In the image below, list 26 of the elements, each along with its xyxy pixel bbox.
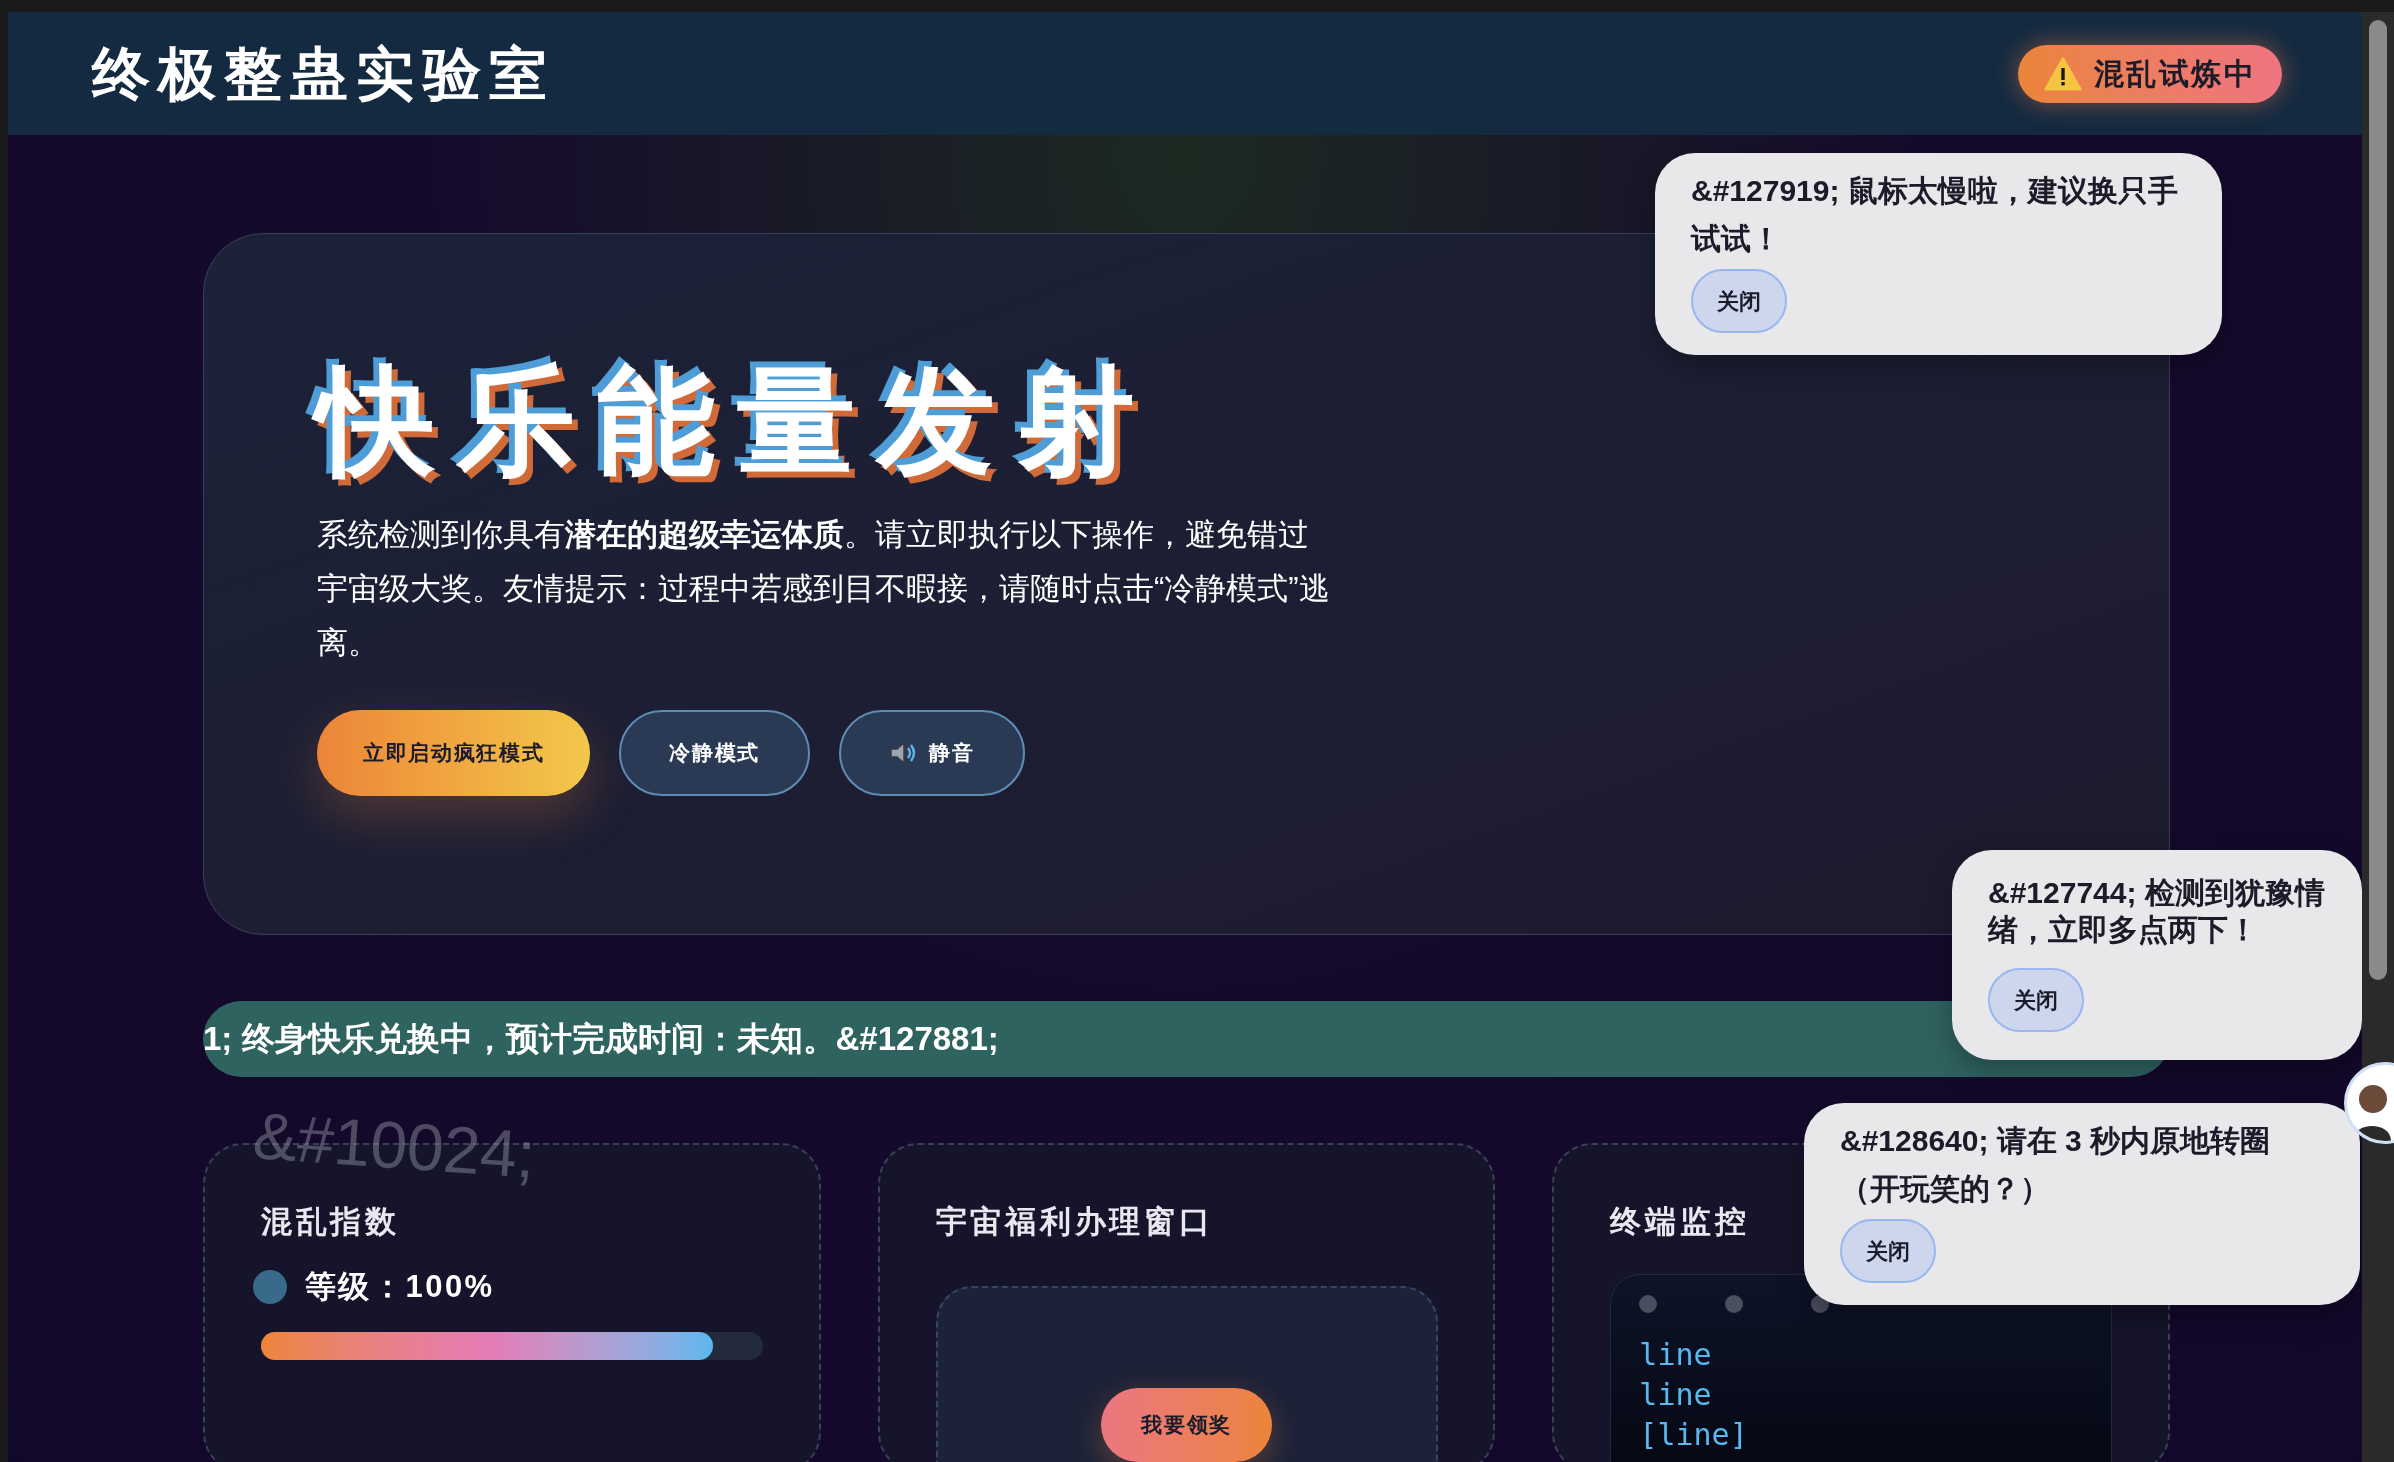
site-title: 终极整蛊实验室 (92, 40, 555, 108)
calm-mode-button[interactable]: 冷静模式 (619, 709, 811, 796)
mute-button[interactable]: 静音 (839, 709, 1025, 796)
close-button[interactable]: 关闭 (1691, 269, 1787, 333)
toast-message: &#128640; 请在 3 秒内原地转圈（开玩笑的？） (1840, 1123, 2272, 1207)
toast-message: &#127744; 检测到犹豫情绪，立即多点两下！ (1988, 875, 2326, 948)
card-title: 宇宙福利办理窗口 (935, 1203, 1215, 1241)
card-title: 终端监控 (1610, 1203, 1751, 1241)
close-button[interactable]: 关闭 (1988, 968, 2084, 1032)
terminal-line: [line] (1639, 1415, 1749, 1454)
hero-description: 系统检测到你具有潜在的超级幸运体质。请立即执行以下操作，避免错过宇宙级大奖。友情提示：过程中若感到目不暇接，请随时点击“冷静模式”逃离。 (317, 515, 1331, 662)
terminal-line: line (1639, 1375, 1713, 1414)
scrollbar-thumb[interactable] (2369, 20, 2387, 980)
terminal-line: line (1639, 1335, 1713, 1374)
toast-message: &#127919; 鼠标太慢啦，建议换只手试试！ (1691, 173, 2179, 257)
claim-prize-button[interactable]: 我要领奖 (1101, 1387, 1273, 1462)
status-badge: 混乱试炼中 (2018, 44, 2282, 103)
warning-icon (2044, 56, 2082, 91)
decoration-text: &#10024; (250, 1097, 539, 1194)
start-crazy-mode-button[interactable]: 立即启动疯狂模式 (317, 709, 591, 796)
close-button[interactable]: 关闭 (1840, 1219, 1936, 1283)
card-title: 混乱指数 (261, 1203, 401, 1241)
hero-title: 快乐能量发射 (305, 342, 1169, 502)
speaker-icon (889, 739, 918, 766)
level-reading: 等级：100% (305, 1267, 495, 1306)
ticker-text: 1; 终身快乐兑换中，预计完成时间：未知。&#127881; (203, 1019, 999, 1060)
